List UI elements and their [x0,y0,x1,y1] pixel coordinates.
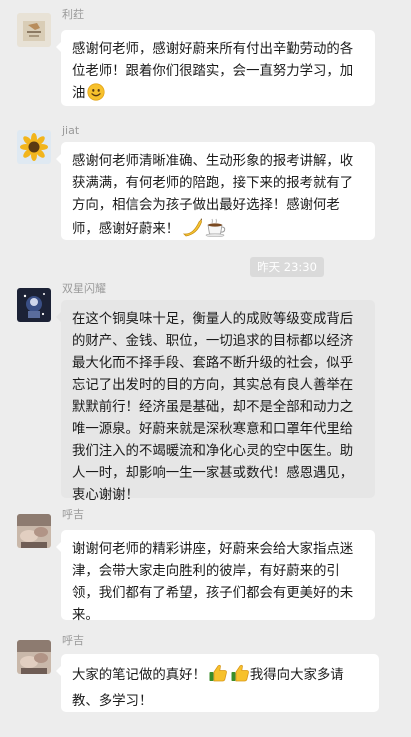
message-bubble[interactable]: 感谢何老师，感谢好蔚来所有付出辛勤劳动的各位老师！跟着你们很踏实，会一直努力学习… [56,30,375,109]
sender-name: 双星闪耀 [62,282,106,295]
message-bubble[interactable]: 大家的笔记做的真好！ 我得向大家多请教、多学习！ [56,654,379,712]
message-text: 谢谢何老师的精彩讲座，好蔚来会给大家指点迷津，会带大家走向胜利的彼岸，有好蔚来的… [72,542,354,623]
avatar[interactable] [17,288,51,322]
sender-name: jiat [62,124,80,137]
thumbs-up-emoji [208,663,228,691]
sender-name: 呼吉 [62,634,84,647]
sender-name: 呼吉 [62,508,84,521]
message-text: 感谢何老师，感谢好蔚来所有付出辛勤劳动的各位老师！跟着你们很踏实，会一直努力学习… [72,42,354,101]
message-text: 在这个铜臭味十足，衡量人的成败等级变成背后的财产、金钱、职位，一切追求的目标都以… [72,312,354,503]
thumbs-up-emoji [230,663,250,691]
avatar[interactable] [17,130,51,164]
message-bubble[interactable]: 在这个铜臭味十足，衡量人的成败等级变成背后的财产、金钱、职位，一切追求的目标都以… [56,300,375,503]
smiling-face-emoji [87,83,105,109]
avatar[interactable] [17,640,51,674]
message-bubble[interactable]: 谢谢何老师的精彩讲座，好蔚来会给大家指点迷津，会带大家走向胜利的彼岸，有好蔚来的… [56,530,375,623]
chat-window: 利荭 感谢何老师，感谢好蔚来所有付出辛勤劳动的各位老师！跟着你们很踏实，会一直努… [0,0,411,737]
banana-emoji [181,217,203,245]
avatar[interactable] [17,514,51,548]
coffee-emoji [205,217,227,245]
message-text: 大家的笔记做的真好！ [72,668,206,683]
message-bubble[interactable]: 感谢何老师清晰准确、生动形象的报考讲解，收获满满，有何老师的陪跑，接下来的报考就… [56,142,375,240]
timestamp-label: 昨天 23:30 [250,257,324,277]
sender-name: 利荭 [62,8,84,21]
avatar[interactable] [17,13,51,47]
